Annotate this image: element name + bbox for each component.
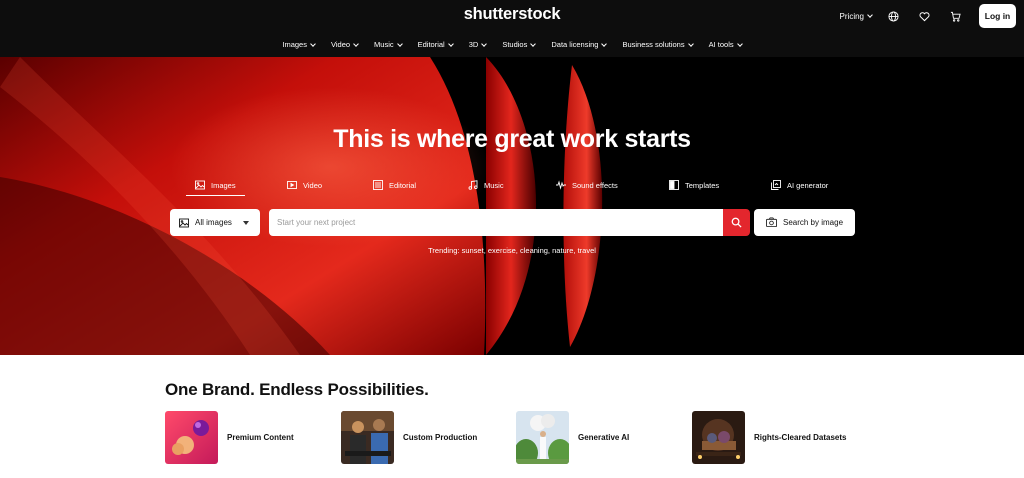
chevron-down-icon (396, 40, 403, 47)
trending-link[interactable]: exercise, (488, 246, 518, 255)
tab-label: Templates (685, 180, 720, 190)
image-icon (195, 180, 205, 190)
tab-label: Images (211, 180, 236, 190)
template-icon (669, 180, 679, 190)
asset-type-label: All images (195, 218, 232, 227)
hero-background-image (0, 57, 1024, 355)
video-icon (287, 181, 297, 189)
chevron-down-icon (353, 40, 359, 47)
caret-down-icon (243, 221, 249, 225)
nav-item-studios[interactable]: Studios (502, 40, 537, 49)
tab-music[interactable]: Music (468, 180, 504, 190)
nav-item-3d[interactable]: 3D (468, 40, 488, 49)
editorial-icon (373, 180, 383, 190)
asset-type-select[interactable]: All images (170, 209, 260, 236)
nav-item-images[interactable]: Images (282, 40, 316, 49)
tab-label: Music (484, 180, 504, 190)
nav-item-label: Data licensing (551, 40, 599, 49)
premium-content-thumbnail (165, 411, 218, 464)
nav-item-business-solutions[interactable]: Business solutions (622, 40, 694, 49)
site-header: shutterstock Pricing Log in Images Video… (0, 0, 1024, 57)
nav-item-label: Business solutions (622, 40, 685, 49)
section-title: One Brand. Endless Possibilities. (165, 380, 429, 399)
generative-ai-thumbnail (516, 411, 569, 464)
chevron-down-icon (481, 40, 488, 47)
hero-title: This is where great work starts (333, 125, 691, 153)
card-label: Custom Production (403, 433, 478, 442)
nav-item-video[interactable]: Video (330, 40, 359, 49)
ai-generator-icon (771, 180, 781, 190)
tab-label: Editorial (389, 180, 417, 190)
waveform-icon (556, 180, 566, 190)
nav-item-label: AI tools (708, 40, 734, 49)
hero-banner: This is where great work starts Images V… (0, 57, 1024, 355)
search-icon (731, 217, 742, 228)
card-custom-production[interactable]: Custom Production (341, 411, 477, 464)
heart-icon[interactable] (917, 9, 931, 23)
search-input[interactable] (269, 209, 724, 236)
card-rights-cleared-datasets[interactable]: Rights-Cleared Datasets (692, 411, 846, 464)
trending-link[interactable]: nature, (552, 246, 575, 255)
tab-templates[interactable]: Templates (669, 180, 719, 190)
rights-cleared-datasets-thumbnail (692, 411, 745, 464)
login-button[interactable]: Log in (979, 4, 1016, 28)
tab-label: Sound effects (572, 180, 618, 190)
nav-item-label: 3D (468, 40, 479, 49)
trending-link[interactable]: cleaning, (520, 246, 550, 255)
chevron-down-icon (687, 40, 694, 47)
chevron-down-icon (447, 40, 454, 47)
pricing-menu[interactable]: Pricing (839, 11, 873, 21)
tab-label: Video (303, 180, 323, 190)
pricing-label: Pricing (839, 11, 864, 21)
nav-item-label: Studios (502, 40, 528, 49)
chevron-down-icon (736, 40, 743, 47)
nav-item-music[interactable]: Music (374, 40, 403, 49)
card-generative-ai[interactable]: Generative AI (516, 411, 629, 464)
nav-item-editorial[interactable]: Editorial (417, 40, 454, 49)
chevron-down-icon (867, 12, 873, 18)
search-by-image-button[interactable]: Search by image (754, 209, 855, 236)
custom-production-thumbnail (341, 411, 394, 464)
card-label: Premium Content (227, 433, 294, 442)
utility-bar: Pricing Log in (840, 4, 1016, 28)
trending-searches: Trending: sunset, exercise, cleaning, na… (0, 246, 1024, 255)
card-label: Generative AI (578, 433, 630, 442)
nav-item-data-licensing[interactable]: Data licensing (551, 40, 608, 49)
trending-label: Trending: (428, 246, 460, 255)
globe-icon[interactable] (886, 9, 900, 23)
search-bar: All images Search by image (0, 209, 1024, 237)
trending-link[interactable]: travel (578, 246, 596, 255)
nav-item-label: Images (282, 40, 307, 49)
chevron-down-icon (601, 40, 608, 47)
nav-item-ai-tools[interactable]: AI tools (708, 40, 743, 49)
main-nav: Images Video Music Editorial 3D Studios … (0, 40, 1024, 49)
tab-label: AI generator (787, 180, 829, 190)
tab-sound-effects[interactable]: Sound effects (556, 180, 618, 190)
card-label: Rights-Cleared Datasets (754, 433, 847, 442)
nav-item-label: Music (374, 40, 394, 49)
search-by-image-label: Search by image (782, 218, 844, 227)
music-note-icon (468, 180, 478, 190)
chevron-down-icon (310, 40, 316, 47)
tab-ai-generator[interactable]: AI generator (771, 180, 828, 190)
image-icon (179, 218, 189, 227)
tab-images[interactable]: Images (186, 180, 245, 196)
camera-search-icon (766, 217, 777, 228)
trending-link[interactable]: sunset, (462, 246, 486, 255)
card-premium-content[interactable]: Premium Content (165, 411, 294, 464)
media-type-tabs: Images Video Editorial Music Sound effec… (0, 180, 1024, 196)
tab-video[interactable]: Video (287, 180, 322, 190)
chevron-down-icon (530, 40, 537, 47)
cart-icon[interactable] (948, 9, 962, 23)
offering-cards: Premium Content Custom Production Genera… (165, 411, 925, 464)
nav-item-label: Video (330, 40, 351, 49)
nav-item-label: Editorial (417, 40, 445, 49)
tab-editorial[interactable]: Editorial (373, 180, 416, 190)
search-button[interactable] (723, 209, 750, 236)
